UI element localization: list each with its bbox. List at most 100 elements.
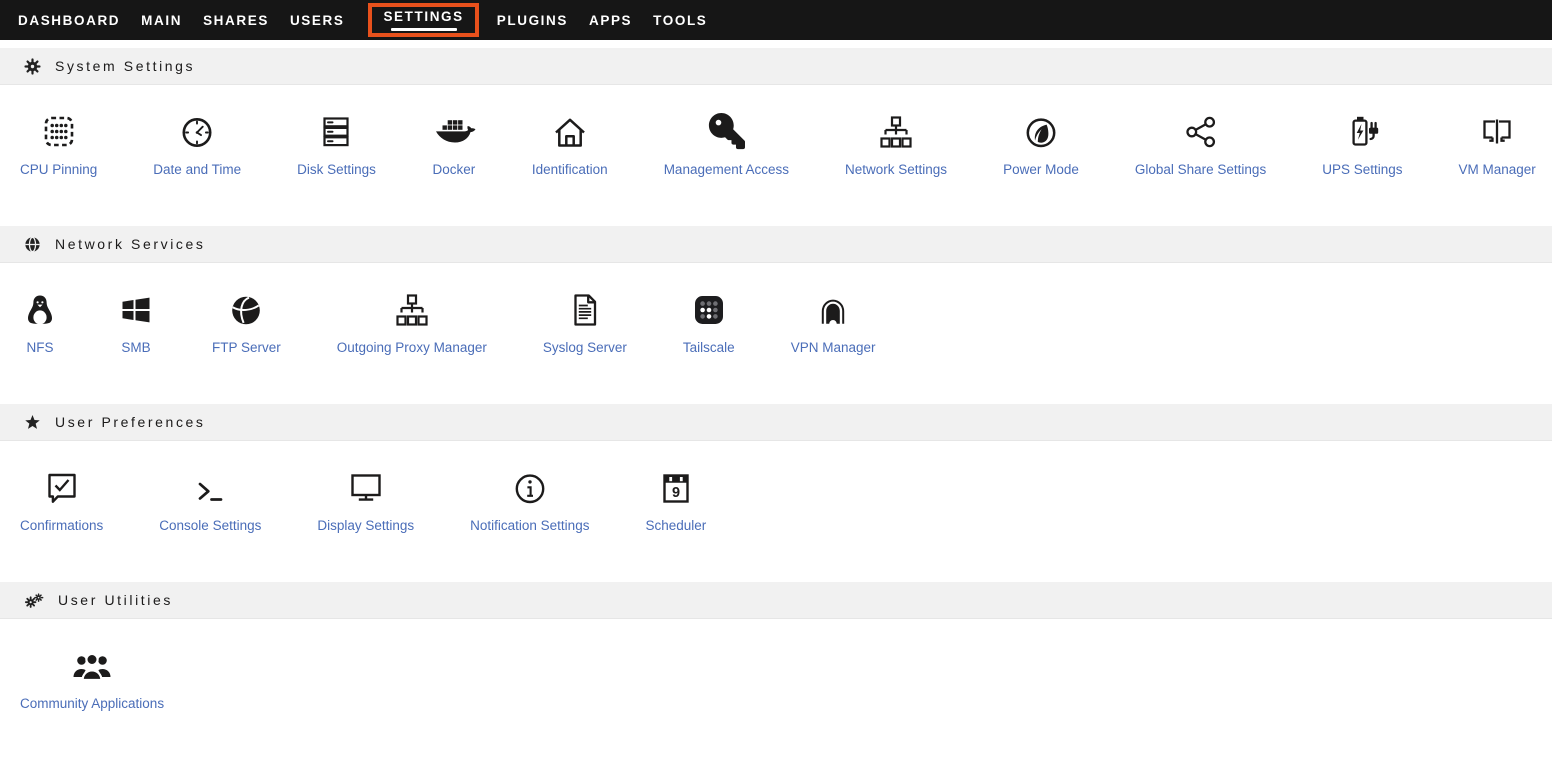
terminal-icon <box>190 464 230 508</box>
nav-item-tools[interactable]: TOOLS <box>653 0 707 40</box>
sitemap-icon <box>392 286 432 330</box>
nav-item-apps[interactable]: APPS <box>589 0 632 40</box>
nav-item-shares[interactable]: SHARES <box>203 0 269 40</box>
leaf-circle-icon <box>1021 108 1061 152</box>
settings-item-label: VM Manager <box>1459 161 1536 179</box>
settings-item-label: Console Settings <box>159 517 261 535</box>
clock-icon <box>177 108 217 152</box>
settings-item-label: SMB <box>121 339 150 357</box>
settings-item-label: Outgoing Proxy Manager <box>337 339 487 357</box>
settings-item-label: Global Share Settings <box>1135 161 1266 179</box>
settings-item-label: Docker <box>432 161 475 179</box>
section-content-network-services: NFS SMB FTP Server Outgoing Proxy Manager Sy… <box>0 263 1552 404</box>
users-group-icon <box>70 642 114 686</box>
settings-item-label: Confirmations <box>20 517 103 535</box>
nav-item-label: USERS <box>290 13 345 28</box>
nav-item-label: TOOLS <box>653 13 707 28</box>
nav-item-label: SETTINGS <box>383 9 463 31</box>
settings-item-console-settings[interactable]: Console Settings <box>141 464 279 535</box>
section-title: Network Services <box>55 236 206 252</box>
settings-item-notification-settings[interactable]: Notification Settings <box>452 464 607 535</box>
windows-icon <box>116 286 156 330</box>
settings-item-power-mode[interactable]: Power Mode <box>985 108 1097 179</box>
settings-item-label: Disk Settings <box>297 161 376 179</box>
settings-item-docker[interactable]: Docker <box>414 108 494 179</box>
settings-item-confirmations[interactable]: Confirmations <box>2 464 121 535</box>
settings-item-date-and-time[interactable]: Date and Time <box>135 108 259 179</box>
settings-item-display-settings[interactable]: Display Settings <box>299 464 432 535</box>
nav-item-label: SHARES <box>203 13 269 28</box>
section-content-user-preferences: Confirmations Console Settings Display Set… <box>0 441 1552 582</box>
settings-item-community-applications[interactable]: Community Applications <box>2 642 182 713</box>
settings-item-cpu-pinning[interactable]: CPU Pinning <box>2 108 115 179</box>
settings-item-outgoing-proxy-manager[interactable]: Outgoing Proxy Manager <box>319 286 505 357</box>
settings-item-vpn-manager[interactable]: VPN Manager <box>773 286 894 357</box>
settings-item-nfs[interactable]: NFS <box>2 286 78 357</box>
settings-item-vm-manager[interactable]: VM Manager <box>1441 108 1552 179</box>
settings-item-syslog-server[interactable]: Syslog Server <box>525 286 645 357</box>
settings-item-disk-settings[interactable]: Disk Settings <box>279 108 394 179</box>
settings-item-label: Date and Time <box>153 161 241 179</box>
section-title: User Preferences <box>55 414 206 430</box>
settings-item-scheduler[interactable]: 9 Scheduler <box>627 464 724 535</box>
settings-item-network-settings[interactable]: Network Settings <box>827 108 965 179</box>
settings-item-identification[interactable]: Identification <box>514 108 626 179</box>
settings-item-tailscale[interactable]: Tailscale <box>665 286 753 357</box>
nav-item-users[interactable]: USERS <box>290 0 345 40</box>
cpu-pinning-icon <box>39 108 79 152</box>
settings-item-label: Syslog Server <box>543 339 627 357</box>
star-icon <box>24 414 41 431</box>
svg-text:9: 9 <box>672 485 680 501</box>
nav-item-dashboard[interactable]: DASHBOARD <box>18 0 120 40</box>
key-icon <box>706 108 746 152</box>
settings-item-management-access[interactable]: Management Access <box>646 108 807 179</box>
settings-item-global-share-settings[interactable]: Global Share Settings <box>1117 108 1284 179</box>
settings-item-label: VPN Manager <box>791 339 876 357</box>
settings-item-label: Power Mode <box>1003 161 1079 179</box>
settings-page: System Settings CPU Pinning Date and Time D… <box>0 48 1552 760</box>
section-header-network-services: Network Services <box>0 226 1552 263</box>
settings-item-ups-settings[interactable]: UPS Settings <box>1304 108 1420 179</box>
settings-item-ftp-server[interactable]: FTP Server <box>194 286 299 357</box>
globe-solid-icon <box>226 286 266 330</box>
settings-item-label: Notification Settings <box>470 517 589 535</box>
settings-item-label: Management Access <box>664 161 789 179</box>
settings-item-label: Network Settings <box>845 161 947 179</box>
settings-item-label: Display Settings <box>317 517 414 535</box>
log-file-icon <box>565 286 605 330</box>
vpn-hood-icon <box>813 286 853 330</box>
nav-item-label: DASHBOARD <box>18 13 120 28</box>
settings-item-smb[interactable]: SMB <box>98 286 174 357</box>
nav-item-label: PLUGINS <box>497 13 568 28</box>
section-header-system-settings: System Settings <box>0 48 1552 85</box>
tux-icon <box>20 286 60 330</box>
tailscale-icon <box>689 286 729 330</box>
settings-item-label: NFS <box>27 339 54 357</box>
sitemap-icon <box>876 108 916 152</box>
nav-item-main[interactable]: MAIN <box>141 0 182 40</box>
settings-item-label: UPS Settings <box>1322 161 1402 179</box>
settings-item-label: Community Applications <box>20 695 164 713</box>
nav-item-settings[interactable]: SETTINGS <box>368 3 478 37</box>
section-title: User Utilities <box>58 592 173 608</box>
comment-check-icon <box>42 464 82 508</box>
nav-item-label: MAIN <box>141 13 182 28</box>
monitor-icon <box>346 464 386 508</box>
top-nav: DASHBOARD MAIN SHARES USERS SETTINGS PLUGINS A… <box>0 0 1552 40</box>
settings-item-label: Tailscale <box>683 339 735 357</box>
calendar-icon: 9 <box>656 464 696 508</box>
section-title: System Settings <box>55 58 195 74</box>
gears-icon <box>24 592 44 609</box>
settings-item-label: CPU Pinning <box>20 161 97 179</box>
section-content-system-settings: CPU Pinning Date and Time Disk Settings Doc… <box>0 85 1552 226</box>
settings-item-label: Identification <box>532 161 608 179</box>
gear-icon <box>24 58 41 75</box>
battery-plug-icon <box>1342 108 1382 152</box>
vm-screens-icon <box>1477 108 1517 152</box>
nav-item-plugins[interactable]: PLUGINS <box>497 0 568 40</box>
section-header-user-preferences: User Preferences <box>0 404 1552 441</box>
globe-icon <box>24 236 41 253</box>
section-header-user-utilities: User Utilities <box>0 582 1552 619</box>
settings-item-label: FTP Server <box>212 339 281 357</box>
settings-item-label: Scheduler <box>645 517 706 535</box>
